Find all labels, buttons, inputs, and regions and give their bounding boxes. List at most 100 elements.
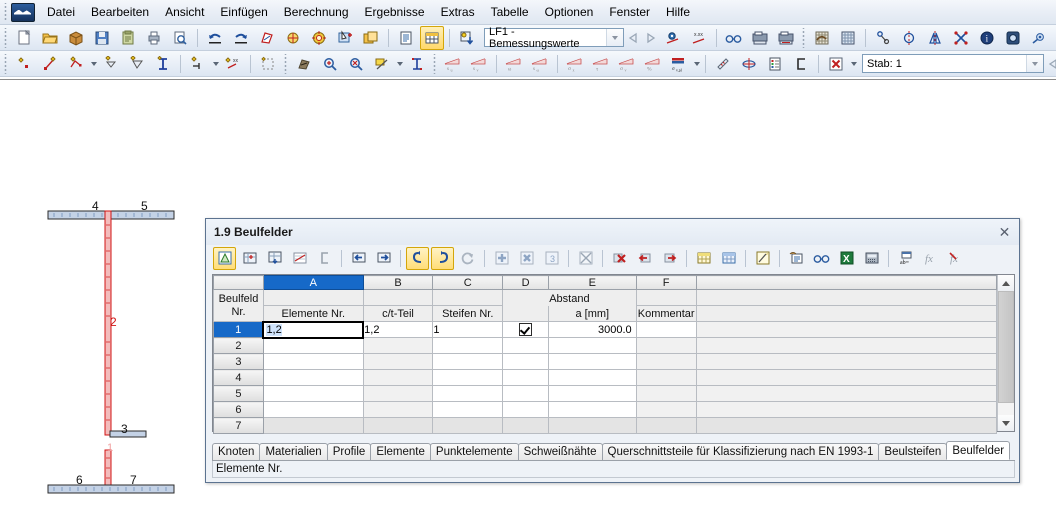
cell-5-a[interactable] [262, 385, 364, 402]
cell-1-e[interactable]: 3000.0 [547, 321, 637, 338]
cell-3-a[interactable] [262, 353, 364, 370]
cell-3-b[interactable] [362, 353, 434, 370]
c-bracket-icon[interactable] [313, 247, 336, 270]
function-fx-icon[interactable]: fx [919, 247, 942, 270]
cell-1-d[interactable] [502, 321, 549, 338]
cell-7-b[interactable] [362, 417, 434, 434]
stress-sigmavpl-icon[interactable]: σ v,pl [667, 52, 691, 76]
cell-6-b[interactable] [362, 401, 434, 418]
cell-3-f[interactable] [635, 353, 697, 370]
close-x-dropdown[interactable] [849, 53, 858, 75]
toolbar2c-grip[interactable] [431, 53, 438, 74]
grid-snap-icon[interactable] [810, 26, 834, 50]
tab-materialien[interactable]: Materialien [259, 443, 328, 460]
stress-su-icon[interactable]: su [441, 52, 465, 76]
stress-percent-icon[interactable]: % [641, 52, 665, 76]
new-support-icon[interactable] [186, 52, 210, 76]
table-row[interactable]: 5 [213, 385, 998, 402]
cell-7-a[interactable] [262, 417, 364, 434]
cell-5-b[interactable] [362, 385, 434, 402]
edit-section-icon[interactable] [213, 246, 236, 270]
tab-querschnittsteile[interactable]: Querschnittsteile für Klassifizierung na… [601, 443, 880, 460]
cell-1-a[interactable]: 1,2 [262, 320, 365, 339]
cell-7-c[interactable] [432, 417, 504, 434]
table-row[interactable]: 2 [213, 337, 998, 354]
intersect-icon[interactable] [949, 26, 973, 50]
cell-4-a[interactable] [262, 369, 364, 386]
move-right-icon[interactable] [372, 247, 395, 270]
chevron-down-icon[interactable] [1026, 55, 1043, 72]
scrollbar-track[interactable] [998, 403, 1014, 415]
refresh-icon[interactable] [456, 247, 479, 270]
grid-vertical-scrollbar[interactable] [997, 275, 1014, 431]
cell-4-d[interactable] [502, 369, 549, 386]
cell-7-f[interactable] [635, 417, 697, 434]
cell-6-d[interactable] [502, 401, 549, 418]
insert-row-icon[interactable] [238, 247, 261, 270]
menu-datei[interactable]: Datei [39, 2, 83, 22]
grid-corner-cell[interactable] [213, 275, 264, 290]
toolbar1-grip[interactable] [2, 27, 9, 48]
printout-report-icon[interactable] [748, 26, 772, 50]
stress-dropdown[interactable] [692, 53, 701, 75]
delete-right-icon[interactable] [658, 247, 681, 270]
prev-arrow-icon[interactable] [624, 28, 642, 48]
cell-4-c[interactable] [432, 369, 504, 386]
row-number-7[interactable]: 7 [213, 417, 264, 434]
new-load-xx-icon[interactable]: xx [221, 52, 245, 76]
next-arrow-icon[interactable] [642, 28, 660, 48]
row-number-4[interactable]: 4 [213, 369, 264, 386]
chevron-down-icon[interactable] [606, 29, 623, 46]
col-letter-a[interactable]: A [262, 275, 364, 290]
new-window-icon[interactable] [359, 26, 383, 50]
tab-profile[interactable]: Profile [326, 443, 372, 460]
member-selector[interactable]: Stab: 1 [862, 54, 1044, 73]
table-list-icon[interactable] [394, 26, 418, 50]
stress-sv-icon[interactable]: sv [467, 52, 491, 76]
abbreviation-icon[interactable]: ab= [894, 247, 917, 270]
table-row[interactable]: 7 [213, 417, 998, 434]
load-case-combo[interactable]: LF1 - Bemessungswerte [484, 26, 624, 50]
cell-5-d[interactable] [502, 385, 549, 402]
cell-2-b[interactable] [362, 337, 434, 354]
project-box-icon[interactable] [64, 26, 88, 50]
save-icon[interactable] [90, 26, 114, 50]
insert-column-icon[interactable] [263, 247, 286, 270]
select-add-icon[interactable] [333, 26, 357, 50]
table-yellow-icon[interactable] [692, 247, 715, 270]
stress-somega-icon[interactable]: sω [528, 52, 552, 76]
printout-icon[interactable] [785, 247, 808, 270]
cell-3-c[interactable] [432, 353, 504, 370]
delete-left-icon[interactable] [633, 247, 656, 270]
new-support-dropdown[interactable] [211, 53, 220, 75]
cell-2-f[interactable] [635, 337, 697, 354]
cell-6-f[interactable] [635, 401, 697, 418]
clipboard-icon[interactable] [116, 26, 140, 50]
node-snap-icon[interactable] [871, 26, 895, 50]
photo-icon[interactable] [1001, 26, 1025, 50]
cell-3-e[interactable] [547, 353, 637, 370]
col-letter-c[interactable]: C [432, 275, 504, 290]
cell-5-e[interactable] [547, 385, 637, 402]
zoom-out-icon[interactable] [344, 52, 368, 76]
beulfelder-grid[interactable]: A B C D E F Beulfeld Nr. Abstand Element… [212, 274, 1015, 434]
stress-tau-icon[interactable]: τ [589, 52, 613, 76]
close-x-icon[interactable] [824, 52, 848, 76]
cell-1-c[interactable]: 1 [432, 321, 504, 338]
mirror-icon[interactable] [923, 26, 947, 50]
cell-4-f[interactable] [635, 369, 697, 386]
col-letter-e[interactable]: E [547, 275, 637, 290]
undo-icon[interactable] [406, 246, 429, 270]
render-model-icon[interactable] [255, 26, 279, 50]
row-number-2[interactable]: 2 [213, 337, 264, 354]
excel-export-icon[interactable]: X [835, 247, 858, 270]
display-properties-icon[interactable] [370, 52, 394, 76]
dialog-title-bar[interactable]: 1.9 Beulfelder ✕ [206, 219, 1019, 245]
row-number-1[interactable]: 1 [213, 321, 264, 338]
new-file-icon[interactable] [12, 26, 36, 50]
edit-table-icon[interactable] [751, 247, 774, 270]
results-view-icon[interactable] [661, 26, 685, 50]
table-grid-icon[interactable] [420, 25, 444, 50]
col-letter-b[interactable]: B [362, 275, 434, 290]
menu-einfuegen[interactable]: Einfügen [212, 2, 275, 22]
